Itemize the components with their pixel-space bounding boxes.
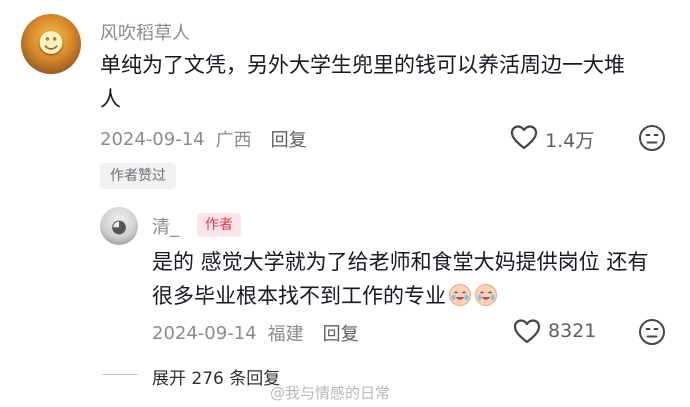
comment-location: 广西 [215,130,252,151]
avatar-image: ◕ [111,215,127,237]
comment-text-span: 很多毕业根本找不到工作的专业 [152,284,446,308]
comment-date: 2024-09-14 [100,128,205,150]
watermark: @我与情感的日常 [270,384,391,402]
comment-text: 是的 感觉大学就为了给老师和食堂大妈提供岗位 还有 很多毕业根本找不到工作的专业 [152,245,672,313]
comment-username[interactable]: 风吹稻草人 [100,19,190,45]
divider [102,374,138,375]
avatar[interactable]: ◕ [100,207,138,245]
like-count: 1.4万 [545,130,595,152]
unhappy-face-icon [638,318,666,346]
comment-date: 2024-09-14 [152,322,257,344]
comment-meta: 2024-09-14 福建 回复 [152,320,359,346]
comment-meta: 2024-09-14 广西 回复 [100,126,307,152]
author-liked-badge: 作者赞过 [100,163,176,189]
dislike-button[interactable] [638,318,666,346]
dislike-button[interactable] [638,124,666,152]
comment-text-line: 单纯为了文凭，另外大学生兜里的钱可以养活周边一大堆 [100,53,625,77]
crying-laughing-emoji-icon [448,283,472,307]
comment-username[interactable]: 清_ [152,213,179,239]
reply-button[interactable]: 回复 [323,320,359,346]
author-tag: 作者 [197,213,241,237]
heart-outline-icon [510,124,538,150]
expand-replies-button[interactable]: 展开 276 条回复 [152,364,280,389]
comment-text-line: 是的 感觉大学就为了给老师和食堂大妈提供岗位 还有 [152,250,649,274]
like-count: 8321 [548,320,597,342]
comment-text-line: 人 [100,87,121,111]
comment-text-line: 很多毕业根本找不到工作的专业 [152,279,672,313]
like-button[interactable] [513,318,541,344]
reply-button[interactable]: 回复 [271,126,307,152]
comment-location: 福建 [267,324,304,345]
avatar-image: ☻ [37,29,65,59]
unhappy-face-icon [638,124,666,152]
avatar[interactable]: ☻ [21,14,81,74]
comment-text: 单纯为了文凭，另外大学生兜里的钱可以养活周边一大堆 人 [100,48,670,116]
like-button[interactable] [510,124,538,150]
heart-outline-icon [513,318,541,344]
crying-laughing-emoji-icon [474,283,498,307]
